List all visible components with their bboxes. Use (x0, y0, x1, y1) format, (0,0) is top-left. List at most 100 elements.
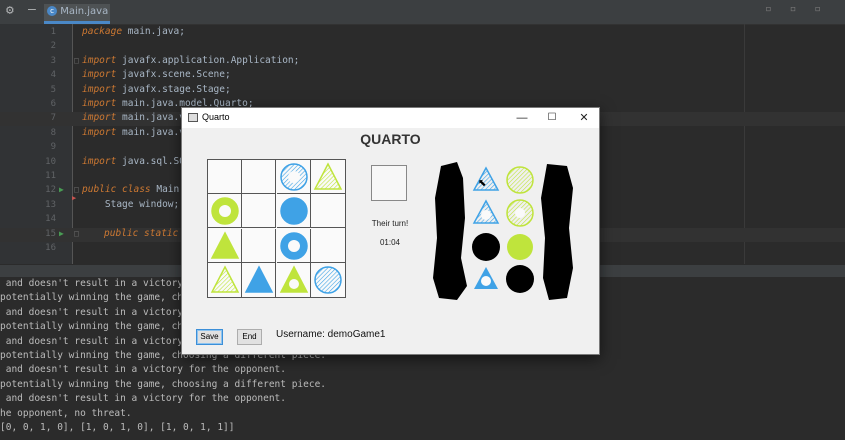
window-titlebar[interactable]: Quarto — ☐ ✕ (182, 108, 599, 128)
board-cell[interactable] (276, 228, 311, 263)
board-cell[interactable] (311, 263, 345, 297)
board-cell[interactable] (208, 228, 242, 263)
line-number: 12 (45, 185, 56, 196)
turn-timer: 01:04 (379, 238, 401, 247)
console-line: potentially winning the game, choosing a… (0, 378, 327, 390)
triangle-piece (245, 265, 274, 293)
code-line[interactable]: public static (104, 228, 178, 239)
game-board (207, 159, 346, 298)
code-keyword: import (82, 83, 117, 95)
breakpoint-icon[interactable]: ▶ (72, 194, 76, 202)
turn-status: Their turn! (371, 219, 409, 228)
minimize-panel-icon[interactable]: — (28, 2, 36, 17)
code-line[interactable]: import java.sql.SQ (82, 156, 185, 167)
editor-tab-main[interactable]: c Main.java × (44, 4, 110, 33)
code-line[interactable]: Stage window; (82, 199, 179, 210)
fold-icon[interactable]: □ (74, 56, 79, 65)
console-line: [0, 0, 1, 0], [1, 0, 1, 0], [1, 0, 1, 1]… (0, 422, 235, 433)
line-number: 14 (45, 214, 56, 225)
minimize-button[interactable]: — (512, 110, 532, 126)
ide-toolbar: ⚙ — c Main.java × ▫▫▫ (0, 0, 845, 33)
mouse-cursor-icon: ⬉ (478, 178, 487, 189)
code-line[interactable]: package main.java; (82, 26, 185, 37)
code-line[interactable]: import javafx.scene.Scene; (82, 69, 231, 80)
code-line[interactable]: import javafx.stage.Stage; (82, 84, 231, 95)
close-button[interactable]: ✕ (574, 110, 594, 126)
username-label: Username: demoGame1 (276, 329, 386, 340)
board-cell[interactable] (242, 160, 277, 194)
console-line: potentially winning the game, choo (0, 321, 195, 333)
available-pieces-panel (433, 162, 573, 300)
code-line[interactable]: import javafx.application.Application; (82, 55, 299, 66)
board-cell[interactable] (276, 194, 311, 229)
console-line: and doesn't result in a victory for the … (0, 393, 286, 405)
available-piece (474, 267, 498, 289)
app-icon (188, 113, 198, 122)
available-piece (506, 166, 534, 194)
code-keyword: public class (82, 184, 151, 196)
line-number: 11 (45, 171, 56, 181)
line-number: 2 (50, 41, 56, 52)
available-piece (472, 199, 500, 224)
line-number: 1 (50, 27, 56, 37)
board-cell[interactable] (242, 194, 277, 229)
code-keyword: public static (104, 227, 179, 239)
board-cell[interactable] (208, 194, 242, 229)
available-piece (506, 265, 534, 293)
triangle-piece (313, 162, 342, 190)
available-piece (506, 199, 534, 227)
game-heading: QUARTO (360, 131, 421, 147)
selected-piece-slot (371, 165, 407, 201)
line-number: 6 (50, 99, 56, 109)
line-number: 4 (50, 70, 56, 81)
board-cell[interactable] (310, 194, 345, 229)
console-line: potentially winning the game, choo (0, 292, 195, 304)
scribble-mark-right (541, 164, 573, 300)
code-text: Stage window; (82, 198, 180, 210)
code-text: Main (150, 184, 180, 196)
maximize-button[interactable]: ☐ (542, 110, 562, 126)
console-line: and doesn't result in a victory for the … (0, 364, 286, 376)
triangle-piece (279, 265, 308, 293)
board-cell[interactable] (310, 229, 345, 263)
circle-piece (279, 231, 308, 260)
code-text: javafx.stage.Stage; (116, 83, 231, 95)
code-line[interactable]: public class Main (82, 184, 179, 195)
line-number: 5 (50, 84, 56, 95)
window-title: Quarto (202, 112, 230, 122)
code-keyword: import (82, 98, 117, 109)
code-text: javafx.scene.Scene; (116, 69, 231, 81)
board-cell[interactable] (242, 262, 277, 297)
board-cell[interactable] (310, 160, 345, 194)
toolbar-right-icons: ▫▫▫ (765, 2, 839, 15)
code-line[interactable]: import main.java.v (82, 127, 185, 138)
code-line[interactable]: import main.java.v (82, 112, 185, 123)
quarto-window: Quarto — ☐ ✕ QUARTO Their turn! 01:04 ⬉ … (181, 107, 600, 355)
code-keyword: package (82, 26, 123, 37)
board-cell[interactable] (277, 262, 311, 297)
board-cell[interactable] (242, 228, 277, 263)
fold-icon[interactable]: □ (74, 229, 79, 238)
end-button[interactable]: End (237, 329, 262, 345)
circle-piece (211, 197, 239, 225)
board-cell[interactable] (208, 262, 242, 297)
code-text: main.java.v (116, 112, 185, 124)
available-piece (472, 233, 500, 261)
line-number: 16 (45, 243, 56, 253)
board-cell[interactable] (208, 160, 242, 194)
circle-piece (279, 163, 308, 191)
code-keyword: import (82, 69, 117, 81)
gear-icon[interactable]: ⚙ (6, 3, 14, 18)
save-button[interactable]: Save (196, 329, 223, 345)
line-number: 7 (50, 113, 56, 124)
console-line: he opponent, no threat. (0, 407, 132, 419)
console-line: and doesn't result in a victory (0, 278, 184, 289)
line-number: 15 (45, 228, 56, 239)
board-cell[interactable] (276, 160, 311, 194)
run-gutter-icon[interactable]: ▶ (59, 185, 64, 194)
line-number: 3 (50, 55, 56, 66)
line-number: 13 (45, 199, 56, 210)
run-gutter-icon[interactable]: ▶ (59, 229, 64, 238)
line-number: 9 (50, 142, 56, 153)
scribble-mark-left (433, 162, 467, 300)
